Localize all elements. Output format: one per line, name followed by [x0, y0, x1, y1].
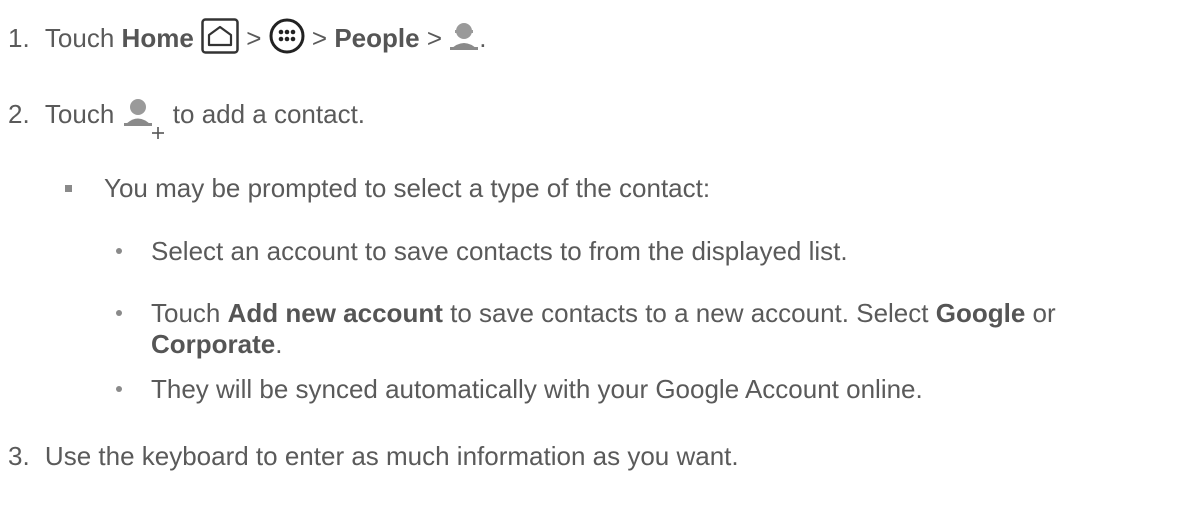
- sub-item-2-cont: Corporate.: [151, 329, 283, 359]
- dot-bullet-icon: [116, 248, 122, 254]
- sub-item-1: Select an account to save contacts to fr…: [151, 236, 848, 266]
- person-icon: [449, 20, 479, 60]
- home-label: Home: [121, 22, 194, 53]
- sub-item-2: Touch Add new account to save contacts t…: [151, 298, 1056, 328]
- step-number: 3.: [8, 441, 30, 471]
- google-label: Google: [935, 298, 1026, 328]
- square-bullet-icon: [65, 185, 72, 192]
- sub-item-3: They will be synced automatically with y…: [151, 374, 923, 404]
- sub-bullet-text: You may be prompted to select a type of …: [104, 173, 711, 203]
- step-number: 1.: [8, 22, 30, 53]
- step-text: Touch: [44, 22, 115, 53]
- step-text: Touch: [44, 98, 115, 129]
- dot-bullet-icon: [116, 310, 122, 316]
- step-2: 2. Touch to add a contact.: [8, 90, 365, 142]
- step-number: 2.: [8, 98, 30, 129]
- add-new-account-label: Add new account: [227, 298, 443, 328]
- step-3: 3. Use the keyboard to enter as much inf…: [8, 439, 739, 473]
- people-label: People: [334, 22, 420, 53]
- separator: >: [426, 22, 443, 53]
- apps-icon: [269, 18, 305, 62]
- separator: >: [246, 22, 262, 53]
- add-contact-icon: [122, 96, 166, 148]
- step-text-rest: to add a contact.: [172, 98, 366, 129]
- separator: >: [311, 22, 328, 53]
- home-icon: [201, 18, 239, 62]
- step-1: 1. Touch Home > > People > .: [8, 18, 486, 62]
- corporate-label: Corporate: [151, 329, 276, 359]
- dot-bullet-icon: [116, 386, 122, 392]
- period: .: [479, 22, 487, 53]
- step-text: Use the keyboard to enter as much inform…: [44, 441, 739, 471]
